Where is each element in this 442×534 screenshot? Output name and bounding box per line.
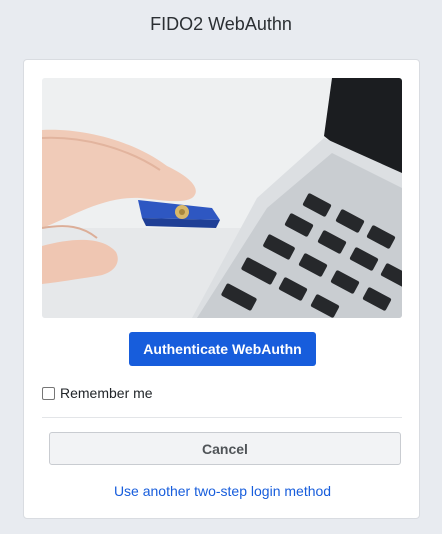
- authenticate-webauthn-button[interactable]: Authenticate WebAuthn: [129, 332, 316, 366]
- remember-me-label: Remember me: [60, 385, 153, 401]
- remember-me-option[interactable]: Remember me: [42, 384, 153, 402]
- webauthn-card: Authenticate WebAuthn Remember me Cancel…: [23, 59, 420, 519]
- remember-me-checkbox[interactable]: [42, 386, 55, 400]
- security-key-illustration: [42, 78, 402, 318]
- page-title: FIDO2 WebAuthn: [150, 14, 292, 34]
- alternate-two-step-login-link[interactable]: Use another two-step login method: [24, 483, 421, 499]
- divider: [42, 417, 402, 418]
- cancel-button[interactable]: Cancel: [49, 432, 401, 465]
